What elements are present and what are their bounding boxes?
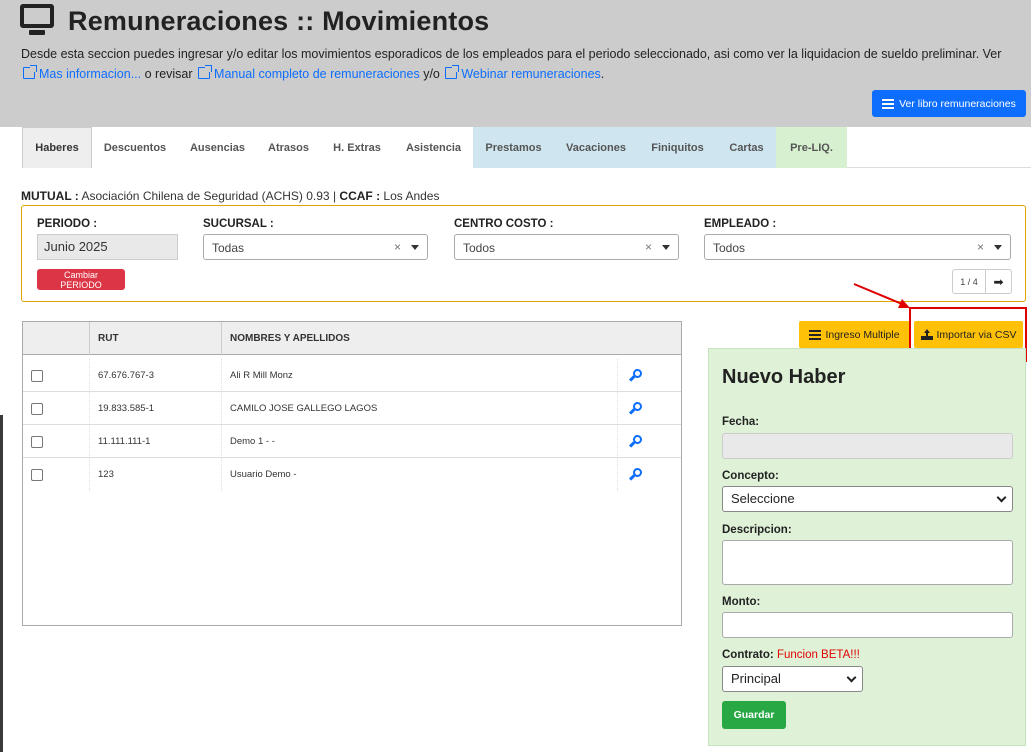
- sucursal-select[interactable]: Todas ×: [203, 234, 428, 260]
- empleado-select[interactable]: Todos ×: [704, 234, 1011, 260]
- monitor-icon: [20, 4, 56, 38]
- tab-asistencia[interactable]: Asistencia: [394, 127, 473, 168]
- contrato-select[interactable]: Principal: [722, 666, 863, 692]
- monto-field[interactable]: [722, 612, 1013, 638]
- external-link-icon: [445, 65, 460, 79]
- search-icon[interactable]: [628, 434, 642, 449]
- form-title: Nuevo Haber: [722, 366, 846, 388]
- manual-remuneraciones-link[interactable]: Manual completo de remuneraciones: [196, 65, 420, 81]
- pager-count: 1 / 4: [953, 270, 986, 293]
- tab-haberes[interactable]: Haberes: [22, 127, 92, 168]
- list-icon: [809, 329, 822, 340]
- table-row: 123 Usuario Demo -: [23, 458, 681, 491]
- periodo-field: Junio 2025: [37, 234, 178, 260]
- monto-label: Monto:: [722, 596, 761, 608]
- search-icon[interactable]: [628, 401, 642, 416]
- table-row: 67.676.767-3 Ali R Mill Monz: [23, 359, 681, 392]
- caret-down-icon: [411, 245, 419, 250]
- cambiar-periodo-button[interactable]: Cambiar PERIODO: [37, 269, 125, 290]
- row-nombre: Usuario Demo -: [222, 458, 618, 491]
- empleado-label: EMPLEADO :: [704, 218, 777, 230]
- window-edge-lower: [0, 415, 3, 752]
- list-icon: [882, 98, 895, 109]
- row-checkbox[interactable]: [31, 468, 43, 481]
- page-title: Remuneraciones :: Movimientos: [68, 5, 490, 36]
- chevron-down-icon: [846, 672, 857, 683]
- col-nombres: NOMBRES Y APELLIDOS: [230, 333, 350, 344]
- row-checkbox[interactable]: [31, 369, 43, 382]
- tab-finiquitos[interactable]: Finiquitos: [638, 127, 717, 168]
- page-header: Remuneraciones :: Movimientos Desde esta…: [0, 0, 1031, 127]
- webinar-remuneraciones-link[interactable]: Webinar remuneraciones: [443, 65, 601, 81]
- tab-h-extras[interactable]: H. Extras: [320, 127, 394, 168]
- tab-ausencias[interactable]: Ausencias: [178, 127, 257, 168]
- chevron-down-icon: [996, 492, 1007, 503]
- mutual-ccaf-info: MUTUAL : Asociación Chilena de Seguridad…: [21, 189, 440, 203]
- caret-down-icon: [662, 245, 670, 250]
- row-checkbox[interactable]: [31, 435, 43, 448]
- periodo-label: PERIODO :: [37, 218, 98, 230]
- nuevo-haber-form: Nuevo Haber Fecha: Concepto: Seleccione …: [708, 348, 1026, 746]
- row-rut: 67.676.767-3: [90, 359, 222, 392]
- tab-vacaciones[interactable]: Vacaciones: [554, 127, 638, 168]
- concepto-select[interactable]: Seleccione: [722, 486, 1013, 512]
- row-checkbox[interactable]: [31, 402, 43, 415]
- guardar-button[interactable]: Guardar: [722, 701, 786, 729]
- tab-prestamos[interactable]: Prestamos: [473, 127, 554, 168]
- descripcion-textarea[interactable]: [722, 540, 1013, 585]
- annotation-arrow-icon: [853, 283, 910, 308]
- descripcion-label: Descripcion:: [722, 524, 792, 536]
- table-row: 11.111.111-1 Demo 1 - -: [23, 425, 681, 458]
- concepto-label: Concepto:: [722, 470, 779, 482]
- row-nombre: Demo 1 - -: [222, 425, 618, 458]
- employee-pager: 1 / 4 ➡: [952, 269, 1012, 294]
- row-nombre: Ali R Mill Monz: [222, 359, 618, 392]
- col-rut: RUT: [90, 322, 222, 355]
- fecha-field: [722, 433, 1013, 459]
- caret-down-icon: [994, 245, 1002, 250]
- row-rut: 123: [90, 458, 222, 491]
- sucursal-label: SUCURSAL :: [203, 218, 274, 230]
- external-link-icon: [198, 65, 213, 79]
- tab-cartas[interactable]: Cartas: [717, 127, 776, 168]
- clear-icon[interactable]: ×: [394, 240, 401, 254]
- title-row: Remuneraciones :: Movimientos: [20, 4, 489, 38]
- ver-libro-button[interactable]: Ver libro remuneraciones: [872, 90, 1026, 117]
- centro-costo-select[interactable]: Todos ×: [454, 234, 679, 260]
- table-row: 19.833.585-1 CAMILO JOSE GALLEGO LAGOS: [23, 392, 681, 425]
- centro-costo-label: CENTRO COSTO :: [454, 218, 554, 230]
- row-nombre: CAMILO JOSE GALLEGO LAGOS: [222, 392, 618, 425]
- page-description: Desde esta seccion puedes ingresar y/o e…: [21, 47, 1002, 81]
- tab-bar: Haberes Descuentos Ausencias Atrasos H. …: [22, 127, 1031, 168]
- row-rut: 11.111.111-1: [90, 425, 222, 458]
- clear-icon[interactable]: ×: [645, 240, 652, 254]
- beta-notice: Funcion BETA!!!: [776, 649, 860, 661]
- employees-table: RUT NOMBRES Y APELLIDOS 67.676.767-3 Ali…: [22, 321, 682, 626]
- mas-informacion-link[interactable]: Mas informacion...: [21, 65, 141, 81]
- tab-descuentos[interactable]: Descuentos: [92, 127, 178, 168]
- tab-pre-liq[interactable]: Pre-LIQ.: [776, 127, 847, 168]
- row-rut: 19.833.585-1: [90, 392, 222, 425]
- search-icon[interactable]: [628, 368, 642, 383]
- table-header: RUT NOMBRES Y APELLIDOS: [23, 322, 681, 355]
- search-icon[interactable]: [628, 467, 642, 482]
- external-link-icon: [23, 65, 37, 79]
- clear-icon[interactable]: ×: [977, 240, 984, 254]
- tab-atrasos[interactable]: Atrasos: [257, 127, 320, 168]
- ingreso-multiple-button[interactable]: Ingreso Multiple: [799, 321, 910, 348]
- contrato-label: Contrato: Funcion BETA!!!: [722, 649, 860, 661]
- fecha-label: Fecha:: [722, 416, 760, 428]
- col-select: [23, 322, 90, 355]
- next-arrow-icon[interactable]: ➡: [986, 270, 1011, 293]
